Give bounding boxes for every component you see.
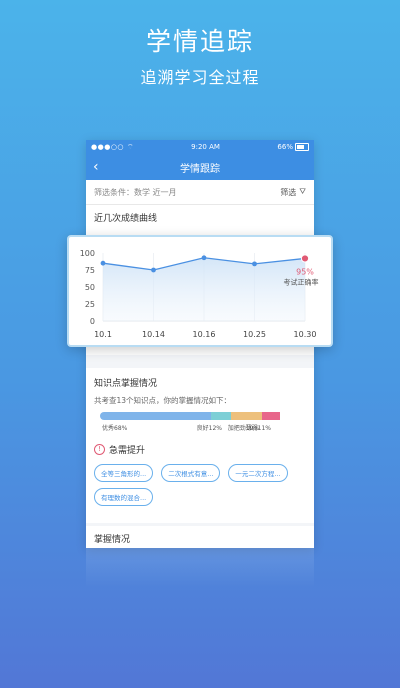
x-tick-label: 10.30 — [294, 330, 317, 339]
filter-button[interactable]: 筛选 ⛛ — [280, 187, 306, 198]
funnel-icon: ⛛ — [299, 187, 306, 196]
filter-row: 筛选条件：数学 近一月 筛选 ⛛ — [86, 180, 314, 205]
topic-tag[interactable]: 全等三角形的... — [94, 464, 154, 482]
annotation-value: 95% — [296, 267, 314, 276]
back-chevron-icon[interactable]: ‹ — [93, 159, 99, 175]
x-tick-label: 10.1 — [94, 330, 112, 339]
progress-segment — [261, 412, 280, 420]
alert-icon: ! — [94, 444, 105, 455]
urgent-title: 急需提升 — [109, 446, 146, 456]
knowledge-section: 知识点掌握情况 共考查13个知识点，你的掌握情况如下： 优秀68% 良好12% 加把… — [86, 368, 314, 523]
data-point — [300, 254, 310, 263]
mastery-progress-bar — [100, 412, 294, 420]
y-tick-label: 25 — [85, 300, 95, 309]
status-time: 9:20 AM — [191, 143, 220, 151]
topic-tag[interactable]: 一元二次方程... — [228, 464, 288, 482]
topic-tag[interactable]: 二次根式有意... — [161, 464, 221, 482]
filter-button-label: 筛选 — [280, 187, 297, 197]
battery-icon — [294, 143, 309, 151]
chart-svg: 0 25 50 75 100 10.1 10.14 10.16 10.25 10.30 95%考试正… — [80, 249, 319, 339]
urgent-tags: 全等三角形的... 二次根式有意... 一元二次方程... 有理数的混合... — [94, 464, 306, 506]
hero-subtitle: 追溯学习全过程 — [140, 68, 260, 87]
y-tick-label: 0 — [90, 317, 95, 326]
legend-label: 优秀68% — [102, 425, 128, 432]
mastery-legend: 优秀68% 良好12% 加把劲19% 薄弱11% — [94, 423, 306, 435]
data-point — [252, 261, 257, 267]
annotation-label: 考试正确率 — [284, 277, 319, 286]
hero-title: 学情追踪 — [145, 27, 254, 56]
status-bar: ●●●○○ ⌔ 9:20 AM 66% — [86, 140, 314, 154]
filter-condition: 筛选条件：数学 近一月 — [94, 187, 177, 197]
legend-label: 良好12% — [196, 425, 223, 432]
x-tick-label: 10.14 — [142, 330, 165, 339]
data-point — [100, 260, 106, 266]
wifi-icon: ⌔ — [127, 142, 134, 151]
score-curve-title: 近几次成绩曲线 — [94, 214, 158, 224]
mastery-section-title: 掌握情况 — [86, 526, 314, 548]
y-tick-label: 100 — [80, 249, 95, 258]
x-tick-label: 10.16 — [193, 330, 216, 339]
urgent-header: ! 急需提升 — [94, 443, 306, 456]
knowledge-title: 知识点掌握情况 — [94, 379, 158, 389]
topic-tag[interactable]: 有理数的混合... — [94, 488, 154, 506]
reflection — [86, 548, 314, 588]
score-line-chart: 0 25 50 75 100 10.1 10.14 10.16 10.25 10.30 95% 考试正… — [67, 235, 333, 347]
data-point — [151, 267, 156, 273]
progress-segment — [100, 412, 212, 420]
x-tick-label: 10.25 — [243, 330, 266, 339]
nav-bar: ‹ 学情跟踪 — [86, 154, 314, 180]
y-tick-label: 75 — [85, 266, 95, 275]
progress-segment — [230, 412, 262, 420]
y-tick-label: 50 — [85, 283, 95, 292]
legend-label: 薄弱11% — [245, 425, 272, 432]
battery-level: 66% — [277, 143, 293, 151]
nav-title: 学情跟踪 — [180, 163, 220, 175]
knowledge-desc: 共考查13个知识点，你的掌握情况如下： — [94, 396, 232, 405]
signal-icon: ●●●○○ — [91, 143, 125, 151]
data-point — [201, 255, 207, 261]
progress-segment — [211, 412, 231, 420]
